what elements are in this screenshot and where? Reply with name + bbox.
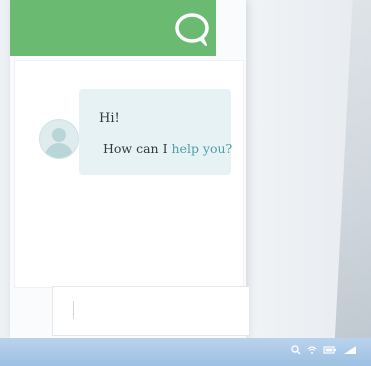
wifi-icon[interactable] (307, 345, 317, 358)
chat-body: Hi! How can I help you? (14, 60, 244, 288)
battery-icon[interactable] (323, 345, 337, 358)
system-tray (291, 345, 357, 358)
avatar-head (52, 128, 66, 142)
chat-bubble-icon[interactable] (172, 9, 212, 49)
monitor-edge (333, 0, 371, 366)
signal-icon[interactable] (343, 345, 357, 358)
message-bubble: Hi! How can I help you? (79, 89, 232, 175)
search-icon[interactable] (291, 345, 301, 358)
chat-header (10, 0, 216, 56)
input-caret (73, 301, 74, 319)
message-question-start: How can I (103, 141, 172, 156)
message-question-accent: help you? (171, 141, 233, 156)
screen: Hi! How can I help you? (0, 0, 371, 366)
message-question: How can I help you? (103, 141, 232, 156)
user-avatar-icon (39, 119, 79, 159)
avatar-shoulders (45, 143, 73, 158)
message-input[interactable] (52, 286, 250, 336)
taskbar (0, 338, 371, 366)
message-greeting: Hi! (99, 111, 120, 126)
